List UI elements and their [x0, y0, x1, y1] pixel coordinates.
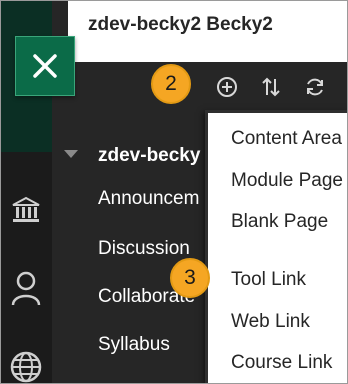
add-menu-item-button[interactable] [214, 74, 240, 100]
plus-circle-icon [217, 77, 237, 97]
course-menu-item[interactable]: Syllabus [98, 334, 208, 356]
dropdown-item-web-link[interactable]: Web Link [231, 311, 310, 333]
institution-icon[interactable] [0, 196, 52, 224]
add-menu-dropdown: Content Area Module Page Blank Page Tool… [205, 110, 348, 384]
reorder-arrows-icon [262, 77, 280, 97]
course-menu-item[interactable]: Announcem [98, 188, 208, 210]
collapse-caret-icon[interactable] [64, 150, 78, 158]
course-menu-root[interactable]: zdev-becky [98, 145, 208, 167]
step-callout-2: 2 [151, 64, 191, 104]
course-menu-item[interactable]: Discussion [98, 238, 208, 260]
dropdown-item-tool-link[interactable]: Tool Link [231, 269, 306, 291]
refresh-icon [307, 78, 323, 96]
step-callout-3: 3 [170, 258, 210, 298]
user-icon[interactable] [0, 270, 52, 306]
refresh-button[interactable] [302, 74, 328, 100]
dropdown-item-blank-page[interactable]: Blank Page [231, 211, 328, 233]
close-icon [33, 54, 57, 78]
dropdown-item-course-link[interactable]: Course Link [231, 352, 332, 374]
dropdown-item-module-page[interactable]: Module Page [231, 170, 343, 192]
dropdown-item-content-area[interactable]: Content Area [231, 128, 342, 150]
close-button[interactable] [15, 36, 75, 96]
course-header: zdev-becky2 Becky2 [68, 0, 348, 62]
reorder-button[interactable] [258, 74, 284, 100]
page-title: zdev-becky2 Becky2 [88, 14, 273, 35]
globe-icon[interactable] [0, 350, 52, 384]
